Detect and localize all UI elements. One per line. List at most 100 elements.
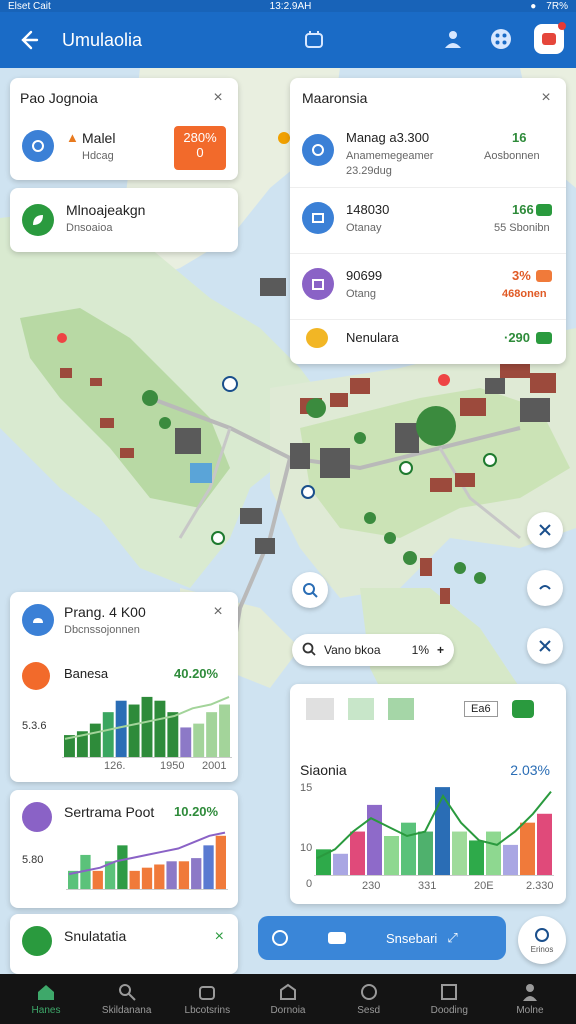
map-search[interactable]: Vano bkoa 1% + (292, 634, 454, 666)
alert-icon: ▲ (66, 130, 79, 145)
item-label: Malel (82, 130, 116, 146)
layers-icon[interactable] (300, 26, 328, 54)
item-sub: Hdcag (82, 150, 114, 162)
nav-home[interactable]: Hanes (6, 974, 86, 1024)
chart-bar (384, 836, 399, 876)
search-value: 1% (411, 643, 429, 657)
add-icon[interactable]: + (437, 643, 444, 657)
chat-icon (22, 802, 52, 832)
chart-tool-icon[interactable] (306, 698, 334, 720)
chart-bar (215, 835, 226, 890)
chart-bar (193, 723, 205, 758)
chart-card-title: Prang. 4 K00 (64, 604, 146, 620)
status-card-title: Mlnoajeakgn (66, 202, 146, 218)
list-card-title: Maaronsia (302, 90, 368, 106)
search-label: Vano bkoa (324, 643, 381, 657)
tool-label[interactable]: Ea6 (464, 701, 498, 717)
nav-stats[interactable]: Dooding (409, 974, 489, 1024)
chart-bar (452, 831, 467, 876)
locate-button[interactable] (292, 572, 328, 608)
wifi-icon: ● (530, 0, 537, 12)
chart-bar (435, 787, 450, 876)
profile-icon[interactable] (438, 24, 468, 54)
close-icon[interactable]: × (210, 604, 226, 620)
route-button[interactable] (527, 570, 563, 606)
item-badge: 280% 0 (174, 126, 226, 170)
chart-bar (367, 804, 382, 876)
close-icon[interactable]: × (215, 928, 224, 946)
chart-bar (469, 840, 484, 876)
coin-icon (22, 662, 50, 690)
battery-text: 7R% (546, 0, 568, 12)
grid-icon[interactable] (486, 24, 516, 54)
chart-bar (537, 813, 552, 876)
chart-bar (206, 712, 218, 758)
chart-bar (401, 822, 416, 876)
list-item[interactable]: 90699 Otang 3% 468onen (290, 254, 566, 320)
chart-bar (115, 700, 127, 758)
calendar-icon (302, 268, 334, 300)
status-bar: Elset Cait 13:2.9AH ● 7R% (0, 0, 576, 12)
leaf-icon (22, 926, 52, 956)
list-item[interactable]: 148030 Otanay 166 55 Sbonibn (290, 188, 566, 254)
medical-icon (22, 130, 54, 162)
nav-search[interactable]: Skildanana (87, 974, 167, 1024)
bar-chart (62, 695, 232, 758)
summary-card: Pao Jognoia × ▲ Malel Hdcag 280% 0 (10, 78, 238, 180)
chart-bar (128, 704, 140, 758)
chart-card: Prang. 4 K00 Dbcnssojonnen × Banesa 40.2… (10, 592, 238, 782)
list-card: Maaronsia × Manag a3.300 Anamemegeamer 2… (290, 78, 566, 364)
chart-bar (180, 727, 192, 758)
analytics-title: Siaonia (300, 762, 347, 778)
action-bar[interactable]: Snsebari ⤢ (258, 916, 506, 960)
close-route-button[interactable] (527, 512, 563, 548)
status-card: Mlnoajeakgn Dnsoaioa (10, 188, 238, 252)
analytics-card: Ea6 Siaonia 2.03% 15 10 0 230 331 20E 2.… (290, 684, 566, 904)
search-icon (302, 642, 316, 659)
chart-card-2: Sertrama Poot 10.20% 5.80 (10, 790, 238, 908)
leaf-icon (22, 204, 54, 236)
chart-bar (350, 831, 365, 876)
nav-places[interactable]: Dornoia (248, 974, 328, 1024)
summary-card-3: Snulatatia × (10, 914, 238, 974)
summary-card-title: Pao Jognoia (20, 90, 98, 106)
back-arrow-icon[interactable] (14, 26, 42, 54)
chart-bar (486, 831, 501, 876)
chart-bar (117, 845, 128, 890)
chat-icon (302, 134, 334, 166)
list-item[interactable]: Manag a3.300 Anamemegeamer 23.29dug 16 A… (290, 120, 566, 188)
nav-profile[interactable]: Molne (490, 974, 570, 1024)
chart-bar (167, 712, 179, 758)
monitor-icon (302, 202, 334, 234)
nav-saved[interactable]: Sesd (329, 974, 409, 1024)
chart-bar (141, 867, 153, 890)
share-icon[interactable] (511, 700, 534, 718)
toolbar: Ea6 (306, 696, 550, 722)
close-icon[interactable]: × (210, 90, 226, 106)
bar-chart (66, 831, 228, 890)
chart-bar (92, 870, 103, 890)
image-tool-icon[interactable] (348, 698, 374, 720)
notifications-icon[interactable] (534, 22, 566, 54)
cancel-button[interactable] (527, 628, 563, 664)
chart-bar (154, 700, 166, 758)
chart-bar (129, 870, 140, 890)
carrier-text: Elset Cait (8, 0, 51, 12)
nav-explore[interactable]: Lbcotsrins (167, 974, 247, 1024)
chart-bar (418, 831, 433, 876)
stack-icon[interactable] (328, 932, 346, 944)
chart-bar (333, 853, 348, 876)
chart-bar (141, 696, 153, 758)
expand-icon[interactable]: ⤢ (447, 930, 457, 946)
table-tool-icon[interactable] (388, 698, 414, 720)
bar-line-chart (314, 787, 554, 876)
badge-icon[interactable] (272, 930, 288, 946)
chart-bar (503, 844, 518, 876)
chart-bar (102, 712, 114, 758)
chart-bar (154, 864, 165, 890)
chart-bar (166, 861, 177, 890)
list-item[interactable]: Nenulara ·290 (290, 320, 566, 362)
chart-bar (520, 822, 535, 876)
close-icon[interactable]: × (538, 90, 554, 106)
compass-button[interactable]: Erinos (518, 916, 566, 964)
